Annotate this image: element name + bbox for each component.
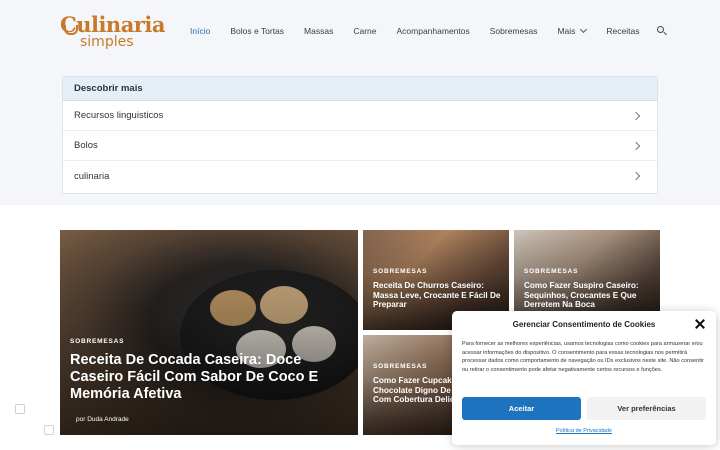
nav-item-receitas[interactable]: Receitas	[606, 26, 639, 36]
logo-bottom-text: simples	[80, 34, 134, 50]
chevron-right-icon	[631, 111, 641, 120]
post-category[interactable]: SOBREMESAS	[524, 268, 578, 275]
nav-item-carne[interactable]: Carne	[353, 26, 376, 36]
post-category[interactable]: SOBREMESAS	[373, 363, 427, 370]
preferences-button[interactable]: Ver preferências	[587, 397, 706, 420]
chevron-right-icon	[631, 141, 641, 150]
discover-item[interactable]: Recursos linguisticos	[63, 101, 657, 131]
search-icon-handle	[662, 31, 667, 36]
image-overlay	[60, 230, 358, 435]
nav-item-massas[interactable]: Massas	[304, 26, 333, 36]
chevron-right-icon	[631, 171, 641, 181]
cookie-title: Gerenciar Consentimento de Cookies	[512, 320, 656, 329]
discover-item[interactable]: Bolos	[63, 131, 657, 161]
share-icon[interactable]	[44, 425, 54, 435]
site-header: Culinaria simples Início Bolos e Tortas …	[0, 0, 720, 60]
post-author[interactable]: por Duda Andrade	[76, 416, 129, 423]
cookie-description: Para fornecer as melhores experiências, …	[462, 341, 704, 373]
nav-item-mais-label: Mais	[557, 26, 576, 36]
post-title[interactable]: Como Fazer Suspiro Caseiro: Sequinhos, C…	[524, 281, 656, 310]
close-icon[interactable]	[694, 318, 706, 330]
post-title[interactable]: Receita De Churros Caseiro: Massa Leve, …	[373, 281, 505, 310]
discover-item-label: Bolos	[74, 140, 98, 151]
post-title[interactable]: Receita De Cocada Caseira: Doce Caseiro …	[70, 352, 340, 403]
post-category[interactable]: SOBREMESAS	[373, 268, 427, 275]
search-icon[interactable]	[656, 25, 668, 37]
discover-item-label: culinaria	[74, 170, 110, 182]
chevron-down-icon	[580, 25, 588, 34]
cookie-consent-dialog: Gerenciar Consentimento de Cookies Para …	[452, 311, 716, 445]
discover-more-box: Descobrir mais Recursos linguisticos Bol…	[62, 76, 658, 194]
nav-item-mais[interactable]: Mais	[557, 25, 588, 36]
discover-item-label: Recursos linguisticos	[74, 110, 164, 121]
post-category[interactable]: SOBREMESAS	[70, 338, 124, 345]
privacy-policy-link[interactable]: Política de Privacidade	[452, 428, 716, 434]
accept-button[interactable]: Aceitar	[462, 397, 581, 420]
nav-item-sobremesas[interactable]: Sobremesas	[490, 26, 538, 36]
site-logo[interactable]: Culinaria simples	[58, 10, 165, 54]
post-card-featured[interactable]: SOBREMESAS Receita De Cocada Caseira: Do…	[60, 230, 358, 435]
discover-item[interactable]: culinaria	[63, 161, 657, 191]
share-icon[interactable]	[15, 404, 25, 414]
nav-item-inicio[interactable]: Início	[190, 26, 210, 36]
nav-item-bolos-tortas[interactable]: Bolos e Tortas	[230, 26, 284, 36]
nav-item-acompanhamentos[interactable]: Acompanhamentos	[397, 26, 470, 36]
main-nav: Início Bolos e Tortas Massas Carne Acomp…	[190, 22, 668, 40]
discover-heading: Descobrir mais	[63, 77, 657, 101]
